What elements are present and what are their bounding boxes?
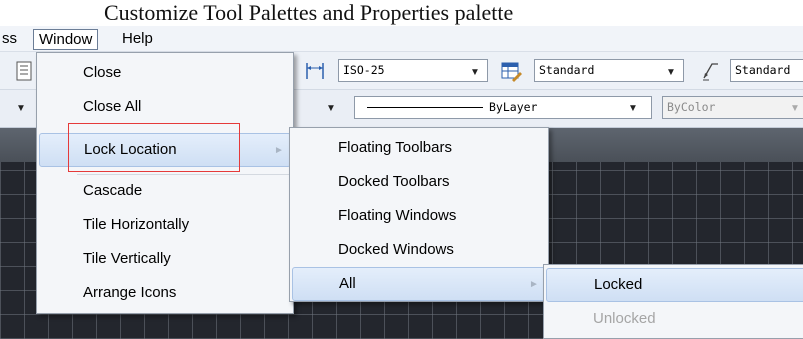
menu-item-arrange-icons[interactable]: Arrange Icons <box>83 276 176 310</box>
linetype-select[interactable]: ByLayer <box>354 96 652 119</box>
submenu-arrow-icon: ► <box>274 145 284 156</box>
dimension-style-select[interactable]: ISO-25 <box>338 59 488 82</box>
menu-item-docked-toolbars[interactable]: Docked Toolbars <box>338 165 449 199</box>
table-style-icon[interactable] <box>500 60 522 82</box>
chevron-down-icon[interactable]: ▼ <box>326 104 336 114</box>
menu-item-close-all[interactable]: Close All <box>83 90 141 124</box>
text-style-icon[interactable] <box>14 60 36 82</box>
plotstyle-select: ByColor <box>662 96 803 119</box>
table-style-select[interactable]: Standard <box>534 59 684 82</box>
highlight-box <box>68 123 240 172</box>
lock-location-menu: Floating Toolbars Docked Toolbars Floati… <box>289 127 549 302</box>
menu-item-tile-vertically[interactable]: Tile Vertically <box>83 242 171 276</box>
submenu-arrow-icon: ► <box>529 279 539 290</box>
chevron-down-icon[interactable]: ▼ <box>470 68 480 78</box>
window-menu: Close Close All Lock Location ► Cascade … <box>36 52 294 314</box>
multileader-style-icon[interactable] <box>700 60 722 82</box>
menu-help[interactable]: Help <box>117 29 158 50</box>
all-menu: Locked Unlocked <box>543 264 803 339</box>
chevron-down-icon[interactable]: ▼ <box>666 68 676 78</box>
menu-item-floating-windows[interactable]: Floating Windows <box>338 199 456 233</box>
multileader-style-select[interactable]: Standard <box>730 59 803 82</box>
menu-window[interactable]: Window <box>33 29 99 50</box>
linetype-preview <box>367 107 483 108</box>
menu-item-locked[interactable]: Locked <box>546 268 803 302</box>
menu-express[interactable]: ss <box>0 29 22 50</box>
menu-item-tile-horizontally[interactable]: Tile Horizontally <box>83 208 189 242</box>
dimension-style-icon[interactable] <box>304 60 326 82</box>
menu-item-docked-windows[interactable]: Docked Windows <box>338 233 454 267</box>
chevron-down-icon[interactable]: ▼ <box>16 104 26 114</box>
chevron-down-icon: ▼ <box>790 103 800 114</box>
menu-item-floating-toolbars[interactable]: Floating Toolbars <box>338 131 452 165</box>
caption: Customize Tool Palettes and Properties p… <box>0 0 803 26</box>
menu-bar: ss Window Help <box>0 26 803 52</box>
menu-item-cascade[interactable]: Cascade <box>83 174 142 208</box>
menu-item-close[interactable]: Close <box>83 56 121 90</box>
menu-item-all[interactable]: All ► <box>292 267 546 301</box>
screenshot: Customize Tool Palettes and Properties p… <box>0 0 803 339</box>
menu-item-unlocked: Unlocked <box>593 310 656 327</box>
chevron-down-icon[interactable]: ▼ <box>628 104 638 114</box>
